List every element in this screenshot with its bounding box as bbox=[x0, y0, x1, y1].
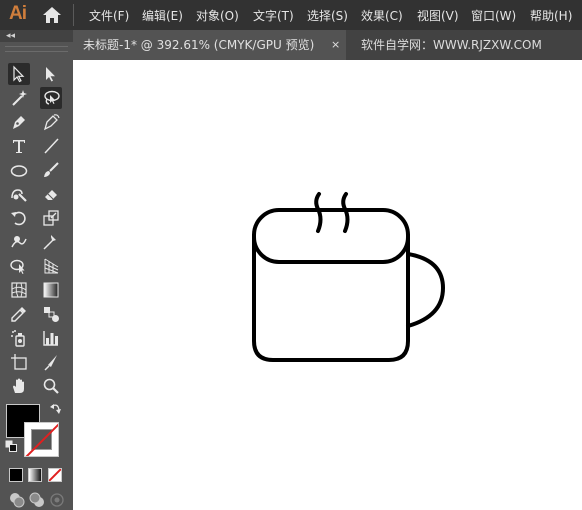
default-fill-stroke-icon[interactable] bbox=[5, 440, 18, 453]
shaper-tool-icon[interactable] bbox=[8, 183, 30, 205]
selection-tool-icon[interactable] bbox=[8, 63, 30, 85]
artboard-tool-icon[interactable] bbox=[8, 351, 30, 373]
menu-select[interactable]: 选择(S) bbox=[307, 7, 348, 24]
close-icon[interactable]: × bbox=[331, 30, 340, 60]
eraser-tool-icon[interactable] bbox=[40, 183, 62, 205]
home-icon[interactable] bbox=[42, 6, 62, 24]
puppet-warp-tool-icon[interactable] bbox=[40, 231, 62, 253]
draw-normal-icon[interactable] bbox=[9, 492, 25, 508]
line-segment-tool-icon[interactable] bbox=[40, 135, 62, 157]
ellipse-tool-icon[interactable] bbox=[8, 159, 30, 181]
stroke-color-swatch[interactable] bbox=[24, 422, 59, 457]
menu-file[interactable]: 文件(F) bbox=[89, 7, 129, 24]
column-graph-tool-icon[interactable] bbox=[40, 327, 62, 349]
coffee-mug-artwork[interactable] bbox=[243, 188, 453, 370]
lasso-tool-icon[interactable] bbox=[40, 87, 62, 109]
tools-panel-header: ◂◂ bbox=[0, 30, 73, 42]
artboard-canvas[interactable] bbox=[73, 60, 582, 510]
gradient-tool-icon[interactable] bbox=[40, 279, 62, 301]
gradient-mode-button[interactable] bbox=[28, 468, 42, 482]
menu-window[interactable]: 窗口(W) bbox=[471, 7, 516, 24]
hand-tool-icon[interactable] bbox=[8, 375, 30, 397]
mug-body bbox=[252, 233, 410, 362]
none-mode-button[interactable] bbox=[48, 468, 62, 482]
menu-divider bbox=[73, 4, 74, 26]
eyedropper-tool-icon[interactable] bbox=[8, 303, 30, 325]
scale-tool-icon[interactable] bbox=[40, 207, 62, 229]
document-tab-inactive[interactable]: 软件自学网：WWW.RJZXW.COM bbox=[349, 30, 542, 60]
mug-rim bbox=[252, 208, 410, 264]
tools-panel: ◂◂ bbox=[0, 30, 73, 510]
magic-wand-tool-icon[interactable] bbox=[8, 87, 30, 109]
menu-type[interactable]: 文字(T) bbox=[253, 7, 294, 24]
symbol-sprayer-tool-icon[interactable] bbox=[8, 327, 30, 349]
curvature-tool-icon[interactable] bbox=[40, 111, 62, 133]
slice-tool-icon[interactable] bbox=[40, 351, 62, 373]
draw-inside-icon[interactable] bbox=[49, 492, 65, 508]
mug-handle bbox=[406, 252, 445, 328]
swap-fill-stroke-icon[interactable] bbox=[50, 402, 62, 416]
warp-tool-icon[interactable] bbox=[8, 231, 30, 253]
menu-edit[interactable]: 编辑(E) bbox=[142, 7, 183, 24]
rotate-tool-icon[interactable] bbox=[8, 207, 30, 229]
app-logo: Ai bbox=[9, 3, 27, 24]
zoom-tool-icon[interactable] bbox=[40, 375, 62, 397]
menu-object[interactable]: 对象(O) bbox=[196, 7, 239, 24]
shape-builder-tool-icon[interactable] bbox=[8, 255, 30, 277]
steam-line-left bbox=[314, 192, 323, 233]
perspective-grid-tool-icon[interactable] bbox=[40, 255, 62, 277]
mesh-tool-icon[interactable] bbox=[8, 279, 30, 301]
document-tab-inactive-title: 软件自学网：WWW.RJZXW.COM bbox=[361, 38, 542, 52]
draw-behind-icon[interactable] bbox=[29, 492, 45, 508]
pen-tool-icon[interactable] bbox=[8, 111, 30, 133]
none-slash-icon bbox=[25, 423, 58, 456]
document-tab-bar: 未标题-1* @ 392.61% (CMYK/GPU 预览) × 软件自学网：W… bbox=[73, 30, 582, 60]
type-tool-icon[interactable] bbox=[8, 135, 30, 157]
document-tab-active[interactable]: 未标题-1* @ 392.61% (CMYK/GPU 预览) × bbox=[73, 30, 346, 60]
panel-grip[interactable] bbox=[5, 46, 68, 52]
collapse-icon[interactable]: ◂◂ bbox=[6, 30, 15, 42]
menu-bar: Ai 文件(F) 编辑(E) 对象(O) 文字(T) 选择(S) 效果(C) 视… bbox=[0, 0, 582, 30]
blend-tool-icon[interactable] bbox=[40, 303, 62, 325]
menu-effect[interactable]: 效果(C) bbox=[361, 7, 403, 24]
paintbrush-tool-icon[interactable] bbox=[40, 159, 62, 181]
color-mode-button[interactable] bbox=[9, 468, 23, 482]
document-tab-title: 未标题-1* @ 392.61% (CMYK/GPU 预览) bbox=[83, 38, 315, 52]
menu-view[interactable]: 视图(V) bbox=[417, 7, 459, 24]
menu-help[interactable]: 帮助(H) bbox=[530, 7, 572, 24]
direct-selection-tool-icon[interactable] bbox=[40, 63, 62, 85]
steam-line-right bbox=[341, 192, 350, 233]
